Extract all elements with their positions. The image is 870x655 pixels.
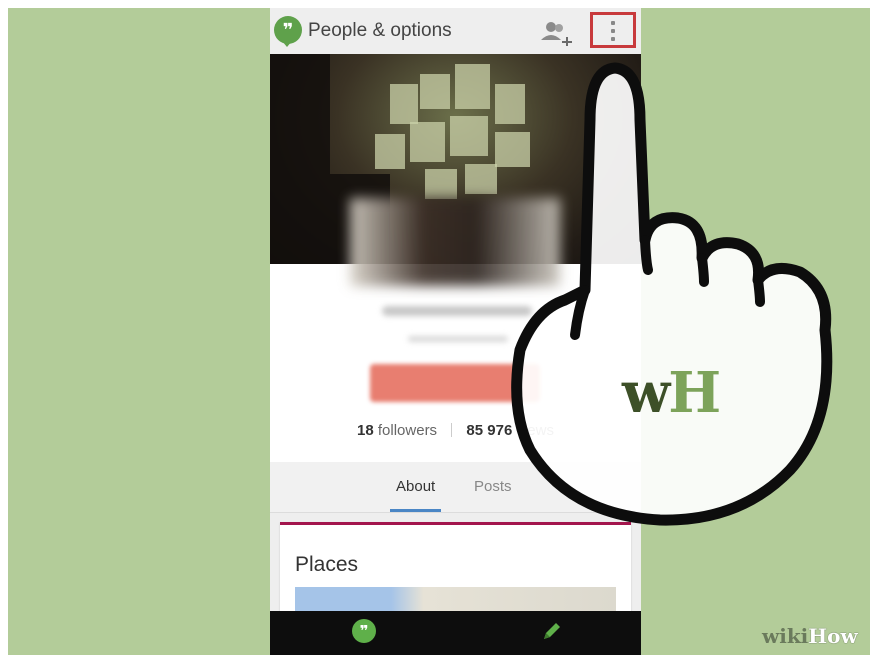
follow-button[interactable] xyxy=(370,364,540,402)
views-count: 85 976 xyxy=(466,422,513,439)
profile-tabs: About Posts xyxy=(270,462,641,513)
bottom-nav: ❞ xyxy=(270,611,641,655)
stats-divider xyxy=(451,423,453,437)
hangouts-logo-icon: ❞ xyxy=(274,16,302,47)
pencil-icon[interactable] xyxy=(540,619,564,643)
page-title: People & options xyxy=(308,20,452,41)
wikihow-watermark: wikiHow xyxy=(762,624,858,648)
tab-about[interactable]: About xyxy=(389,462,442,512)
profile-name-blurred xyxy=(382,306,532,316)
places-title: Places xyxy=(295,553,359,576)
profile-subtitle-blurred xyxy=(408,336,508,342)
avatar xyxy=(350,198,560,286)
phone-screen: ❞ People & options 18 followers 85 976 v… xyxy=(270,8,641,655)
followers-label: followers xyxy=(377,422,438,439)
views-label: views xyxy=(516,422,554,439)
hangouts-icon[interactable]: ❞ xyxy=(352,619,376,643)
followers-count: 18 xyxy=(357,422,374,439)
app-bar: ❞ People & options xyxy=(270,8,641,55)
tab-posts[interactable]: Posts xyxy=(474,462,512,512)
wikihow-badge-logo: wH xyxy=(622,360,721,426)
profile-stats: 18 followers 85 976 views xyxy=(270,422,641,439)
overflow-menu-button[interactable] xyxy=(590,12,636,48)
profile-section: 18 followers 85 976 views xyxy=(270,264,641,462)
add-person-icon[interactable] xyxy=(540,20,576,46)
